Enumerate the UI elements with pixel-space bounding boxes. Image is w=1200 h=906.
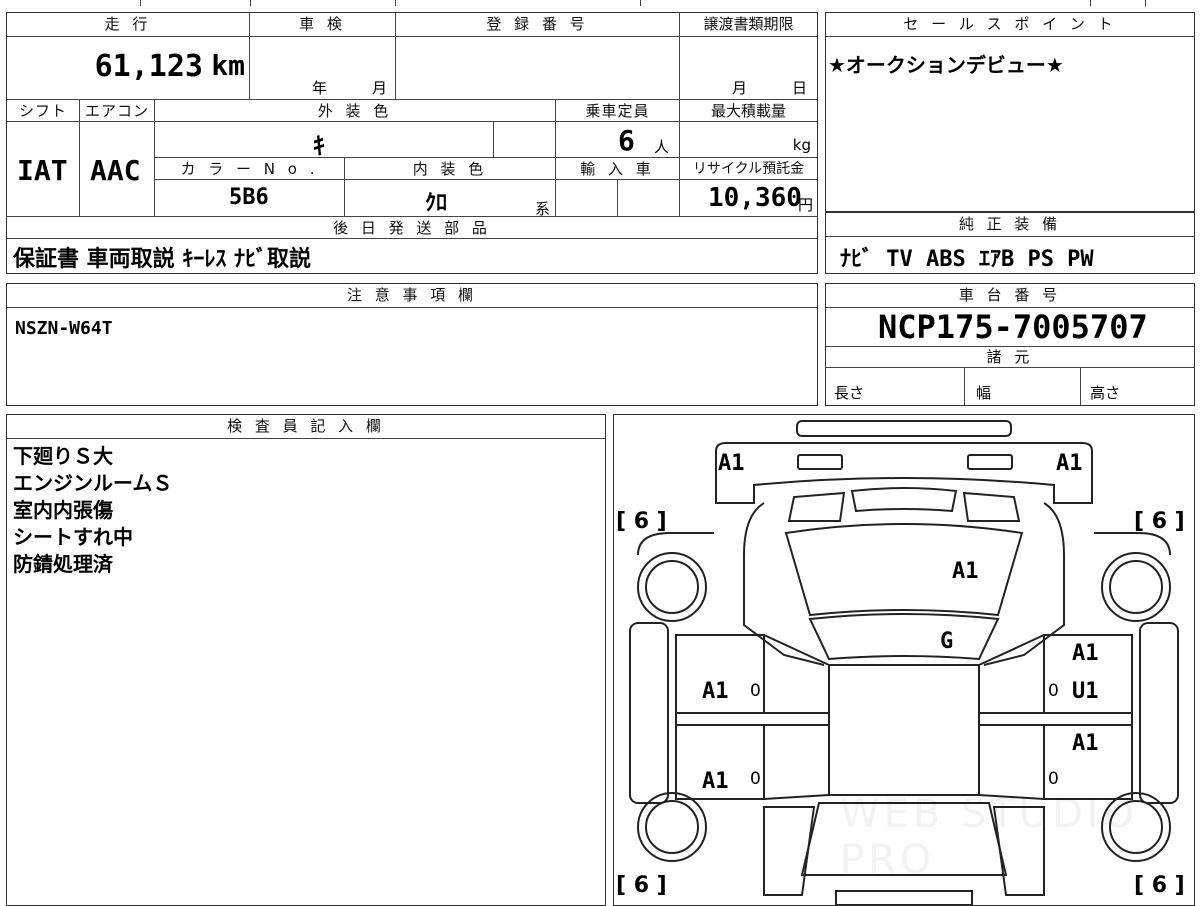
registration-header: 登 録 番 号 xyxy=(396,13,680,37)
tire-mark-front-left: [ 6 ] xyxy=(616,509,667,534)
shift-value: IAT xyxy=(17,154,68,187)
mark-front-left-corner: A1 xyxy=(718,451,745,476)
import-header: 輸 入 車 xyxy=(556,158,680,180)
sales-point-header: セ ー ル ス ポ イ ン ト xyxy=(826,13,1194,37)
recycle-fee-header: リサイクル預託金 xyxy=(680,158,817,180)
inspector-line: 室内内張傷 xyxy=(13,498,113,522)
chassis-header: 車 台 番 号 xyxy=(826,284,1194,308)
sales-point-box: セ ー ル ス ポ イ ン ト ★オークションデビュー★ xyxy=(825,12,1195,212)
exterior-color-header: 外 装 色 xyxy=(155,100,556,122)
capacity-cell: 6 人 xyxy=(556,122,680,158)
color-no-value: 5B6 xyxy=(229,185,269,210)
aircon-cell: AAC xyxy=(80,122,155,217)
spec-height: 高さ xyxy=(1090,384,1121,402)
genuine-equipment-text: ﾅﾋﾞ TV ABS ｴｱB PS PW xyxy=(840,247,1094,272)
vehicle-info-table: 走 行 車 検 登 録 番 号 譲渡書類期限 61,123 km 年 月 月 日… xyxy=(6,12,818,274)
color-no-header: カ ラ ー N o . xyxy=(155,158,345,180)
capacity-header: 乗車定員 xyxy=(556,100,680,122)
inspection-cell: 年 月 xyxy=(250,37,396,100)
tire-mark-front-right: [ 6 ] xyxy=(1134,509,1185,534)
watermark: WEB STUDIO PRO xyxy=(840,791,1139,883)
inspector-line: エンジンルームＳ xyxy=(13,471,173,495)
color-no-cell: 5B6 xyxy=(155,180,345,217)
door-zero: 0 xyxy=(750,769,761,789)
top-strip xyxy=(0,0,1200,6)
aircon-header: エアコン xyxy=(80,100,155,122)
notes-header: 注 意 事 項 欄 xyxy=(7,284,817,308)
door-zero: 0 xyxy=(1048,681,1059,701)
import-cell-b xyxy=(618,180,680,217)
mark-hood: A1 xyxy=(952,559,979,584)
spec-header: 諸 元 xyxy=(826,346,1194,368)
mileage-value: 61,123 xyxy=(94,49,203,84)
recycle-fee-value: 10,360 xyxy=(708,183,802,213)
exterior-color-cell: ｷ xyxy=(155,122,494,160)
max-load-header: 最大積載量 xyxy=(680,100,817,122)
exterior-color-extra-cell xyxy=(494,122,556,158)
inspector-lines: 下廻りＳ大 エンジンルームＳ 室内内張傷 シートすれ中 防錆処理済 xyxy=(13,443,172,578)
transfer-deadline-cell: 月 日 xyxy=(680,37,817,100)
tire-mark-rear-left: [ 6 ] xyxy=(616,873,667,898)
mark-right-front-door: U1 xyxy=(1072,679,1099,704)
inspector-line: シートすれ中 xyxy=(13,525,133,549)
exterior-color-value: ｷ xyxy=(313,132,325,160)
inspection-header: 車 検 xyxy=(250,13,396,37)
registration-cell xyxy=(396,37,680,100)
mileage-unit: km xyxy=(211,49,245,82)
sales-point-text: ★オークションデビュー★ xyxy=(828,53,1064,77)
chassis-number: NCP175-7005707 xyxy=(878,308,1148,346)
capacity-value: 6 xyxy=(618,124,635,157)
mark-right-front-fender: A1 xyxy=(1072,641,1099,666)
door-zero: 0 xyxy=(750,681,761,701)
import-cell-a xyxy=(556,180,618,217)
spec-width: 幅 xyxy=(976,384,992,402)
genuine-equipment-box: 純 正 装 備 ﾅﾋﾞ TV ABS ｴｱB PS PW xyxy=(825,212,1195,274)
max-load-cell: kg xyxy=(680,122,817,158)
door-zero: 0 xyxy=(1048,769,1059,789)
shift-header: シフト xyxy=(7,100,80,122)
aircon-value: AAC xyxy=(90,154,141,187)
notes-text: NSZN-W64T xyxy=(15,318,113,339)
inspector-box: 検 査 員 記 入 欄 下廻りＳ大 エンジンルームＳ 室内内張傷 シートすれ中 … xyxy=(6,414,606,906)
inspector-line: 下廻りＳ大 xyxy=(13,444,113,468)
inspector-header: 検 査 員 記 入 欄 xyxy=(7,415,605,439)
chassis-box: 車 台 番 号 NCP175-7005707 諸 元 長さ 幅 高さ xyxy=(825,283,1195,406)
mark-left-front-door: A1 xyxy=(702,679,729,704)
mileage-header: 走 行 xyxy=(7,13,250,37)
interior-color-cell: ｸﾛ 系 xyxy=(345,180,556,218)
notes-box: 注 意 事 項 欄 NSZN-W64T xyxy=(6,283,818,406)
later-parts-value: 保証書 車両取説 ｷｰﾚｽ ﾅﾋﾞ取説 xyxy=(13,247,311,272)
genuine-equipment-header: 純 正 装 備 xyxy=(826,213,1194,237)
shift-cell: IAT xyxy=(7,122,80,217)
mark-front-right-corner: A1 xyxy=(1056,451,1083,476)
car-diagram-box: A1 A1 A1 G A1 A1 A1 U1 A1 0 0 0 0 [ 6 ] … xyxy=(613,414,1195,906)
inspector-line: 防錆処理済 xyxy=(13,552,113,576)
mark-windshield: G xyxy=(940,629,954,654)
mileage-cell: 61,123 km xyxy=(7,37,250,100)
interior-color-value: ｸﾛ xyxy=(425,191,448,216)
mark-left-rear-door: A1 xyxy=(702,769,729,794)
interior-color-header: 内 装 色 xyxy=(345,158,556,180)
recycle-fee-cell: 10,360 円 xyxy=(680,180,817,217)
later-parts-header: 後 日 発 送 部 品 xyxy=(7,217,817,239)
transfer-deadline-header: 譲渡書類期限 xyxy=(680,13,817,37)
mark-right-rear-door: A1 xyxy=(1072,731,1099,756)
spec-length: 長さ xyxy=(834,384,865,402)
